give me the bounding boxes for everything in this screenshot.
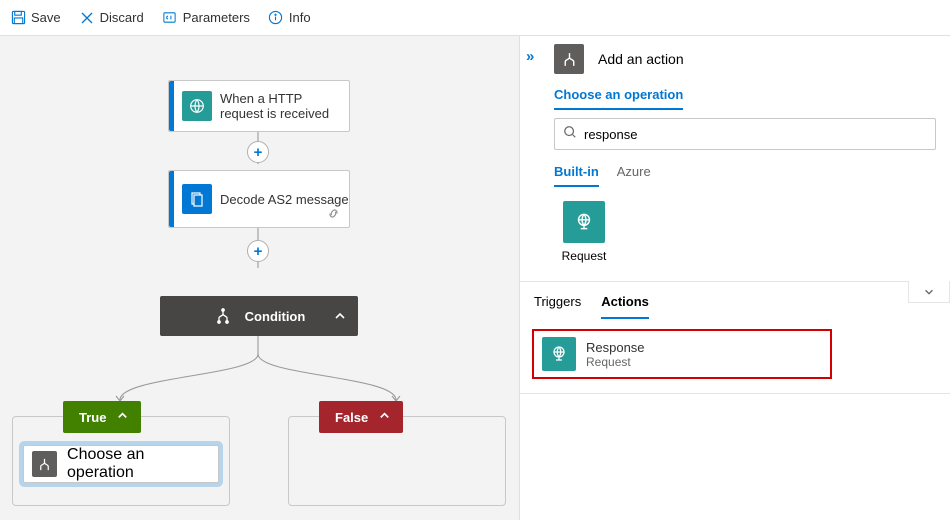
operations-section: Triggers Actions Response Request	[520, 281, 950, 394]
operation-title: Response	[586, 340, 645, 355]
node-accent	[169, 171, 174, 227]
panel-title: Add an action	[598, 51, 684, 67]
true-branch[interactable]: True Choose an operation	[12, 416, 230, 506]
true-label: True	[79, 410, 106, 425]
document-icon	[182, 184, 212, 214]
operation-subtitle: Request	[586, 355, 645, 369]
save-button[interactable]: Save	[10, 10, 61, 26]
connector-request[interactable]: Request	[554, 201, 614, 263]
tab-triggers[interactable]: Triggers	[534, 294, 581, 319]
info-icon	[268, 10, 284, 26]
false-branch[interactable]: False	[288, 416, 506, 506]
trigger-label: When a HTTP request is received	[220, 91, 349, 121]
operation-response[interactable]: Response Request	[532, 329, 832, 379]
workflow-canvas[interactable]: When a HTTP request is received + Decode…	[0, 36, 520, 520]
tab-builtin[interactable]: Built-in	[554, 164, 599, 187]
choose-operation-label: Choose an operation	[67, 446, 210, 482]
true-branch-header[interactable]: True	[63, 401, 141, 433]
chevron-up-icon	[116, 409, 129, 425]
collapse-panel-button[interactable]: »	[526, 48, 534, 65]
action-label: Decode AS2 message	[220, 192, 349, 207]
tab-azure[interactable]: Azure	[617, 164, 651, 187]
link-icon	[327, 207, 341, 221]
parameters-icon	[162, 10, 178, 26]
expand-button[interactable]	[908, 281, 950, 303]
response-icon	[542, 337, 576, 371]
connector-label: Request	[562, 249, 607, 263]
condition-label: Condition	[245, 309, 306, 324]
condition-icon	[213, 306, 233, 326]
request-icon	[563, 201, 605, 243]
save-label: Save	[31, 10, 61, 25]
http-icon	[182, 91, 212, 121]
operation-icon	[32, 451, 57, 477]
parameters-label: Parameters	[183, 10, 250, 25]
chevron-up-icon	[378, 409, 391, 425]
trigger-http-request[interactable]: When a HTTP request is received	[168, 80, 350, 132]
search-input[interactable]	[584, 127, 927, 142]
close-icon	[79, 10, 95, 26]
add-step-button-1[interactable]: +	[247, 141, 269, 163]
choose-operation-button[interactable]: Choose an operation	[23, 445, 219, 483]
operation-panel: » Add an action Choose an operation Buil…	[520, 36, 950, 520]
add-step-button-2[interactable]: +	[247, 240, 269, 262]
false-branch-header[interactable]: False	[319, 401, 403, 433]
search-icon	[563, 125, 577, 144]
condition-node[interactable]: Condition	[160, 296, 358, 336]
top-toolbar: Save Discard Parameters Info	[0, 0, 950, 36]
tab-actions[interactable]: Actions	[601, 294, 649, 319]
operation-icon	[554, 44, 584, 74]
save-icon	[10, 10, 26, 26]
choose-operation-tab[interactable]: Choose an operation	[554, 87, 683, 110]
search-box[interactable]	[554, 118, 936, 150]
false-label: False	[335, 410, 368, 425]
action-decode-as2[interactable]: Decode AS2 message	[168, 170, 350, 228]
info-label: Info	[289, 10, 311, 25]
node-accent	[169, 81, 174, 131]
discard-button[interactable]: Discard	[79, 10, 144, 26]
info-button[interactable]: Info	[268, 10, 311, 26]
parameters-button[interactable]: Parameters	[162, 10, 250, 26]
chevron-up-icon[interactable]	[326, 302, 354, 330]
discard-label: Discard	[100, 10, 144, 25]
